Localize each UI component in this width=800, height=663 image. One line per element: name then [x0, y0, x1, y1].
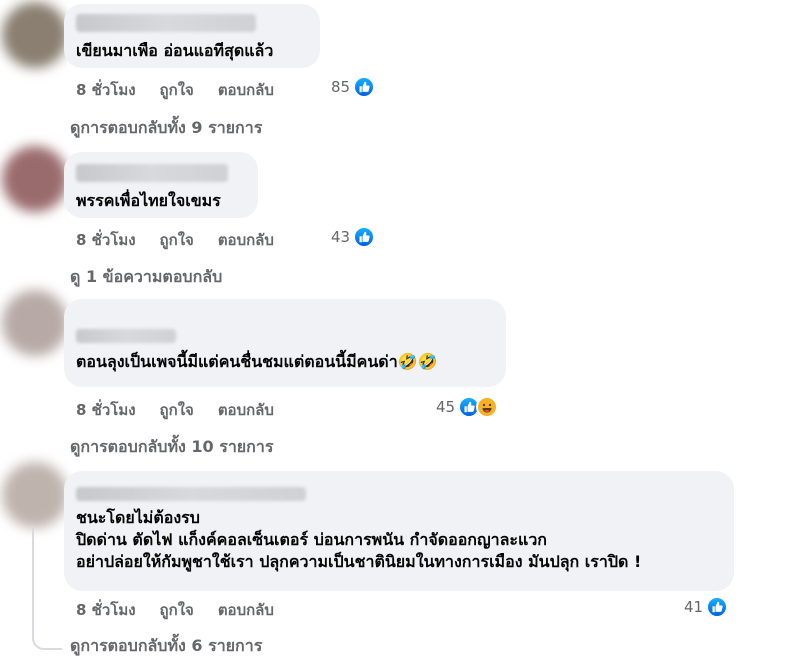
comment-text: พรรคเพื่อไทยใจเขมร — [76, 191, 221, 210]
reply-button[interactable]: ตอบกลับ — [218, 78, 274, 102]
reaction-count: 45 — [436, 398, 456, 416]
reaction-count: 41 — [684, 598, 704, 616]
comment-timestamp[interactable]: 8 ชั่วโมง — [76, 398, 136, 422]
comment-bubble: พรรคเพื่อไทยใจเขมร — [64, 152, 258, 218]
reply-button[interactable]: ตอบกลับ — [218, 598, 274, 622]
comment-text-line: อย่าปล่อยให้กัมพูชาใช้เรา ปลุกความเป็นชา… — [76, 552, 642, 571]
avatar[interactable] — [2, 2, 68, 68]
avatar[interactable] — [2, 462, 68, 528]
comment-text: ตอนลุงเป็นเพจนี้มีแต่คนชื่นชมแต่ตอนนี้มี… — [76, 352, 438, 371]
reply-button[interactable]: ตอบกลับ — [218, 228, 274, 252]
comments-section: เขียนมาเพือ อ่อนแอทีสุดแล้ว 8 ชั่วโมง ถู… — [0, 0, 800, 663]
comment-bubble: ตอนลุงเป็นเพจนี้มีแต่คนชื่นชมแต่ตอนนี้มี… — [64, 299, 506, 387]
comment-actions: 8 ชั่วโมง ถูกใจ ตอบกลับ — [76, 228, 298, 252]
commenter-name-blurred[interactable] — [76, 329, 176, 343]
comment-actions: 8 ชั่วโมง ถูกใจ ตอบกลับ — [76, 398, 298, 422]
comment-timestamp[interactable]: 8 ชั่วโมง — [76, 228, 136, 252]
comment-bubble: ชนะโดยไม่ต้องรบ ปิดด่าน ตัดไฟ แก็งค์คอลเ… — [64, 471, 734, 591]
avatar[interactable] — [2, 146, 68, 212]
haha-icon — [476, 396, 499, 418]
avatar[interactable] — [2, 290, 68, 356]
commenter-name-blurred[interactable] — [76, 487, 306, 501]
like-button[interactable]: ถูกใจ — [160, 598, 194, 622]
view-replies-link[interactable]: ดู 1 ข้อความตอบกลับ — [70, 265, 222, 290]
view-replies-link[interactable]: ดูการตอบกลับทั้ง 9 รายการ — [70, 116, 262, 141]
like-button[interactable]: ถูกใจ — [160, 228, 194, 252]
commenter-name-blurred[interactable] — [76, 164, 228, 182]
reply-button[interactable]: ตอบกลับ — [218, 398, 274, 422]
reaction-count: 85 — [331, 78, 351, 96]
thread-connector — [32, 634, 62, 650]
like-button[interactable]: ถูกใจ — [160, 78, 194, 102]
comment-text-line: ชนะโดยไม่ต้องรบ — [76, 508, 200, 527]
comment-bubble: เขียนมาเพือ อ่อนแอทีสุดแล้ว — [64, 4, 320, 68]
like-icon — [353, 76, 376, 98]
reaction-count: 43 — [331, 228, 351, 246]
comment-timestamp[interactable]: 8 ชั่วโมง — [76, 598, 136, 622]
thread-line — [32, 526, 34, 638]
like-button[interactable]: ถูกใจ — [160, 398, 194, 422]
reaction-summary[interactable]: 85 — [331, 76, 376, 98]
commenter-name-blurred[interactable] — [76, 14, 256, 32]
comment-text-line: ปิดด่าน ตัดไฟ แก็งค์คอลเซ็นเตอร์ บ่อนการ… — [76, 530, 547, 549]
comment-text: เขียนมาเพือ อ่อนแอทีสุดแล้ว — [76, 41, 274, 60]
view-replies-link[interactable]: ดูการตอบกลับทั้ง 10 รายการ — [70, 435, 273, 460]
reaction-summary[interactable]: 41 — [684, 596, 729, 618]
like-icon — [353, 226, 376, 248]
reaction-summary[interactable]: 45 — [436, 396, 499, 418]
comment-actions: 8 ชั่วโมง ถูกใจ ตอบกลับ — [76, 78, 298, 102]
comment-actions: 8 ชั่วโมง ถูกใจ ตอบกลับ — [76, 598, 298, 622]
like-icon — [706, 596, 729, 618]
view-replies-link[interactable]: ดูการตอบกลับทั้ง 6 รายการ — [70, 634, 262, 659]
reaction-summary[interactable]: 43 — [331, 226, 376, 248]
comment-timestamp[interactable]: 8 ชั่วโมง — [76, 78, 136, 102]
